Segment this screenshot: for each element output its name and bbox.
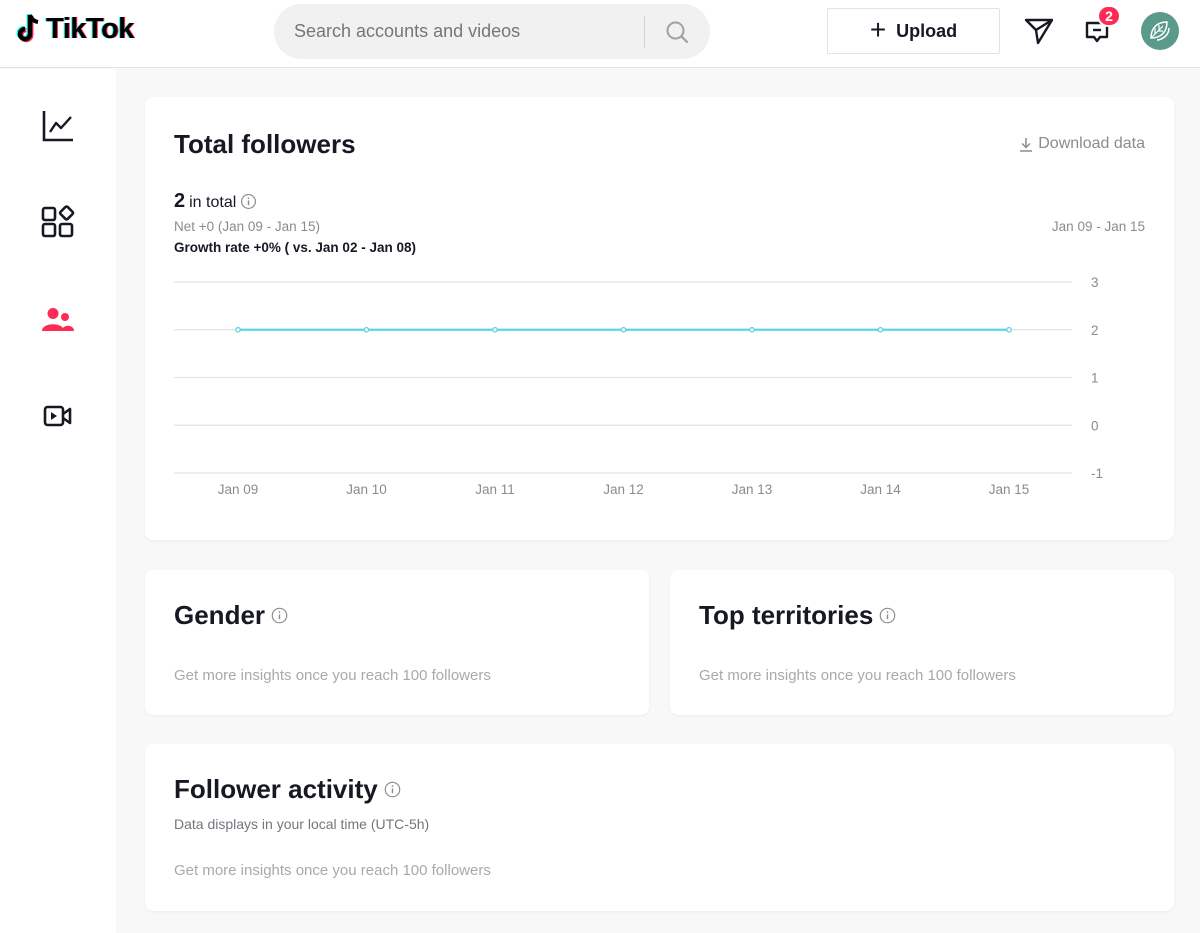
- plus-icon: +: [869, 13, 887, 45]
- top-territories-title: Top territories: [699, 600, 896, 631]
- search-button[interactable]: [645, 4, 708, 59]
- sidebar-item-content[interactable]: [37, 201, 79, 243]
- follower-activity-title: Follower activity: [174, 774, 401, 805]
- follower-activity-card: Follower activity Data displays in your …: [145, 744, 1174, 911]
- avatar[interactable]: [1141, 12, 1179, 50]
- data-point: [363, 326, 370, 333]
- follower-activity-title-text: Follower activity: [174, 774, 378, 804]
- gender-title: Gender: [174, 600, 288, 631]
- x-tick-label: Jan 12: [603, 482, 644, 497]
- send-icon: [1024, 18, 1054, 45]
- sidebar-item-followers[interactable]: [37, 299, 79, 341]
- video-camera-icon: [43, 405, 72, 427]
- y-tick-label: 3: [1091, 275, 1099, 290]
- y-tick-label: 2: [1091, 323, 1099, 338]
- top-territories-card: Top territories Get more insights once y…: [670, 570, 1174, 715]
- leaf-icon: [1150, 21, 1170, 41]
- x-tick-label: Jan 14: [860, 482, 901, 497]
- data-point: [877, 326, 884, 333]
- top-header: TikTok + Upload 2: [0, 0, 1200, 68]
- x-tick-label: Jan 10: [346, 482, 387, 497]
- search-bar: [274, 4, 710, 59]
- data-point: [235, 326, 241, 333]
- info-icon[interactable]: [271, 607, 288, 624]
- follower-activity-subtitle: Data displays in your local time (UTC-5h…: [174, 816, 430, 832]
- apps-icon: [41, 205, 75, 238]
- upload-label: Upload: [896, 20, 958, 41]
- sidebar-item-live[interactable]: [37, 395, 79, 437]
- data-point: [749, 326, 755, 333]
- sidebar: [0, 69, 116, 933]
- search-icon: [666, 21, 688, 43]
- tiktok-logo[interactable]: TikTok: [14, 12, 134, 46]
- x-tick-label: Jan 15: [989, 482, 1030, 497]
- data-point: [492, 326, 498, 333]
- info-icon[interactable]: [384, 781, 401, 798]
- top-territories-title-text: Top territories: [699, 600, 874, 630]
- x-tick-label: Jan 11: [475, 482, 515, 497]
- app-name: TikTok: [46, 12, 134, 45]
- line-chart-icon: [42, 111, 73, 142]
- search-input[interactable]: [274, 4, 644, 59]
- users-icon: [42, 308, 74, 331]
- tiktok-logo-icon: [16, 14, 39, 43]
- sidebar-item-overview[interactable]: [37, 105, 79, 147]
- y-tick-label: -1: [1091, 466, 1103, 481]
- top-territories-hint: Get more insights once you reach 100 fol…: [699, 667, 1016, 684]
- total-followers-card: Total followers Download data 2 in total…: [145, 97, 1174, 540]
- y-tick-label: 0: [1091, 418, 1099, 433]
- gender-card: Gender Get more insights once you reach …: [145, 570, 649, 715]
- x-tick-label: Jan 09: [218, 482, 259, 497]
- x-tick-label: Jan 13: [732, 482, 773, 497]
- follower-activity-hint: Get more insights once you reach 100 fol…: [174, 862, 491, 879]
- gender-title-text: Gender: [174, 600, 266, 630]
- y-tick-label: 1: [1091, 371, 1099, 386]
- messages-button[interactable]: [1022, 14, 1056, 48]
- gender-hint: Get more insights once you reach 100 fol…: [174, 667, 491, 684]
- inbox-badge: 2: [1097, 5, 1121, 27]
- data-point: [1006, 326, 1012, 333]
- upload-button[interactable]: + Upload: [827, 8, 1000, 54]
- data-point: [620, 326, 627, 333]
- info-icon[interactable]: [879, 607, 896, 624]
- followers-line-chart: 3 2 1 0 -1 Jan 09 Jan 10 Jan 11 Jan 12 Jan 13 Jan…: [174, 275, 1103, 497]
